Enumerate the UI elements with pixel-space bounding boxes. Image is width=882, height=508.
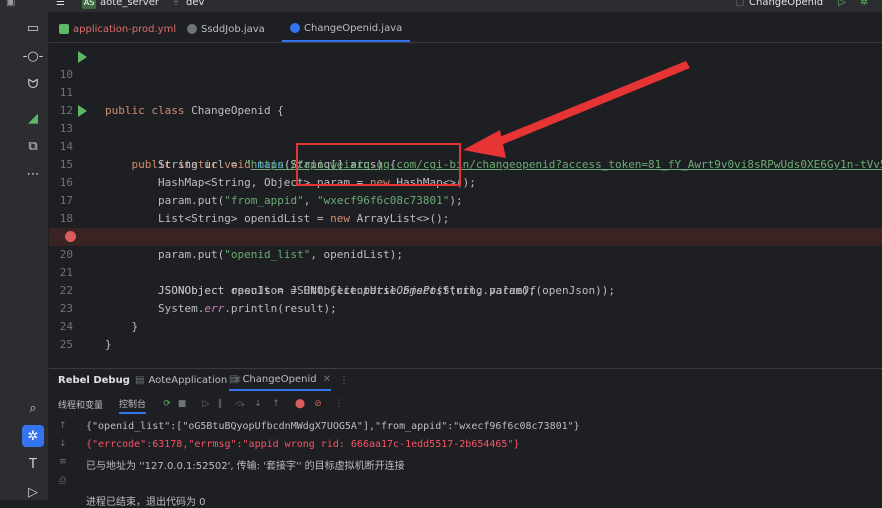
code-line: 10 public class ChangeOpenid { (49, 48, 882, 117)
editor-tab-bar: application-prod.yml SsddJob.java Change… (49, 16, 882, 43)
stop-icon[interactable]: ■ (177, 399, 187, 409)
tab-changeopenid[interactable]: ChangeOpenid.java (282, 16, 411, 42)
console-tab[interactable]: 控制台 (119, 394, 147, 414)
java-class-icon (187, 24, 197, 34)
branch-name[interactable]: dev (186, 0, 204, 8)
app-icon: ▤ (229, 373, 239, 385)
rerun-icon[interactable]: ⟳ (162, 399, 172, 409)
code-line-breakpoint: 20 JSONObject openJson = HttpClientUtil.… (49, 228, 882, 297)
run-main-icon[interactable] (78, 105, 87, 117)
code-line: 22 System.err.println(result); (49, 264, 882, 315)
mute-breakpoints-icon[interactable]: ⊘ (313, 399, 323, 409)
code-line: 18 openidList.add("oG5BtuBQyopUfbcdnMWdg… (49, 192, 882, 243)
more-tabs-icon[interactable]: ⋮ (339, 369, 349, 391)
code-line: 14 String url = "https://api.weixin.qq.c… (49, 120, 882, 171)
tab-application-prod[interactable]: application-prod.yml (51, 16, 184, 42)
step-out-icon[interactable]: ↑ (271, 399, 281, 409)
jrebel-icon[interactable]: ◢ (22, 107, 44, 129)
more-icon[interactable]: ⋯ (22, 163, 44, 185)
pause-icon[interactable]: ‖ (215, 399, 225, 409)
tab-label: SsddJob.java (201, 23, 265, 35)
soft-wrap-icon[interactable]: ≡ (59, 457, 67, 467)
code-text: } (105, 338, 112, 351)
search-icon[interactable]: ⌕ (22, 397, 44, 419)
branch-icon: ⑂ (173, 0, 179, 8)
debug-tool-icon[interactable]: ✲ (22, 425, 44, 447)
console-line: 进程已结束，退出代码为 0 (86, 497, 206, 508)
tab-ssddjob[interactable]: SsddJob.java (179, 16, 273, 42)
tab-changeopenid-session[interactable]: ▤ ChangeOpenid ✕ (229, 369, 331, 391)
debug-toolbar: 线程和变量 控制台 ⟳ ■ ▷ ‖ ⤼ ↓ ↑ ⬤ ⊘ ⋮ (49, 394, 882, 416)
view-breakpoints-icon[interactable]: ⬤ (295, 399, 305, 409)
code-line: 16 param.put("from_appid", "wxecf96f6c08… (49, 156, 882, 207)
console-line: {"openid_list":["oG5BtuBQyopUfbcdnMWdgX7… (86, 421, 580, 432)
resume-icon[interactable]: ▷ (201, 399, 211, 409)
commit-icon[interactable]: -○- (22, 45, 44, 67)
hamburger-menu-icon[interactable]: ☰ (56, 0, 65, 8)
tab-aoteapplication[interactable]: ▤ AoteApplication ✕ (135, 369, 242, 391)
debug-panel: Rebel Debug ▤ AoteApplication ✕ ▤ Change… (49, 368, 882, 508)
step-into-icon[interactable]: ↓ (253, 399, 263, 409)
title-bar: ▣ ☰ AS aote_server ⑂ dev ▢ ChangeOpenid … (0, 0, 882, 12)
run-config-name[interactable]: ChangeOpenid (749, 0, 823, 8)
console-line-error: {"errcode":63178,"errmsg":"appid wrong r… (86, 439, 520, 450)
panel-header: Rebel Debug ▤ AoteApplication ✕ ▤ Change… (49, 369, 882, 391)
left-tool-strip: ▭ -○- ᗢ ◢ ⧉ ⋯ ⌕ ✲ T ▷ (0, 12, 49, 500)
app-icon: ▤ (135, 374, 145, 386)
project-name[interactable]: aote_server (100, 0, 159, 8)
run-class-icon[interactable] (78, 51, 87, 63)
code-line: 17 List<String> openidList = new ArrayLi… (49, 174, 882, 225)
project-folder-icon[interactable]: ▭ (22, 17, 44, 39)
tab-label: application-prod.yml (73, 23, 177, 35)
scroll-down-icon[interactable]: ↓ (59, 439, 67, 449)
java-class-icon (290, 23, 300, 33)
code-line: 15 HashMap<String, Object> param = new H… (49, 138, 882, 189)
step-over-icon[interactable]: ⤼ (235, 399, 245, 409)
code-line: 19 param.put("openid_list", openidList); (49, 210, 882, 261)
run-icon[interactable]: ▷ (838, 0, 846, 8)
code-line: 21 JSONObject result = JSONObject.parseO… (49, 246, 882, 297)
tab-label: AoteApplication (148, 374, 228, 386)
code-line: 23 } (49, 282, 882, 333)
tab-label: ChangeOpenid.java (304, 22, 403, 34)
structure-icon[interactable]: ⧉ (22, 135, 44, 157)
yaml-file-icon (59, 24, 69, 34)
code-line: 13 public static void main(String[] args… (49, 102, 882, 171)
print-icon[interactable]: ⎙ (59, 476, 66, 486)
debug-icon[interactable]: ✲ (860, 0, 868, 8)
code-line: 11 (49, 66, 882, 99)
annotation-highlight-box (296, 143, 461, 186)
line-number: 25 (59, 338, 73, 351)
project-badge: AS (82, 0, 96, 9)
threads-variables-tab[interactable]: 线程和变量 (58, 394, 103, 414)
code-line: 25 (49, 318, 882, 351)
code-line: 12 (49, 84, 882, 117)
scroll-up-icon[interactable]: ↑ (59, 421, 67, 431)
console-output[interactable]: ↑ ↓ ≡ ⎙ {"openid_list":["oG5BtuBQyopUfbc… (49, 416, 882, 508)
tab-label: ChangeOpenid (242, 373, 317, 385)
console-line: 已与地址为 ''127.0.0.1:52502', 传输: '套接字'' 的目标… (86, 461, 405, 472)
tab-rebel-debug[interactable]: Rebel Debug (58, 369, 130, 391)
code-editor[interactable]: 10 public class ChangeOpenid { 11 12 13 … (49, 43, 882, 368)
build-icon[interactable]: T (22, 453, 44, 475)
code-line: 24 } (49, 300, 882, 351)
more-actions-icon[interactable]: ⋮ (334, 399, 344, 409)
close-icon[interactable]: ✕ (323, 374, 331, 385)
cat-icon[interactable]: ᗢ (22, 73, 44, 95)
run-config-icon: ▢ (735, 0, 745, 8)
app-menu-icon[interactable]: ▣ (6, 0, 15, 8)
